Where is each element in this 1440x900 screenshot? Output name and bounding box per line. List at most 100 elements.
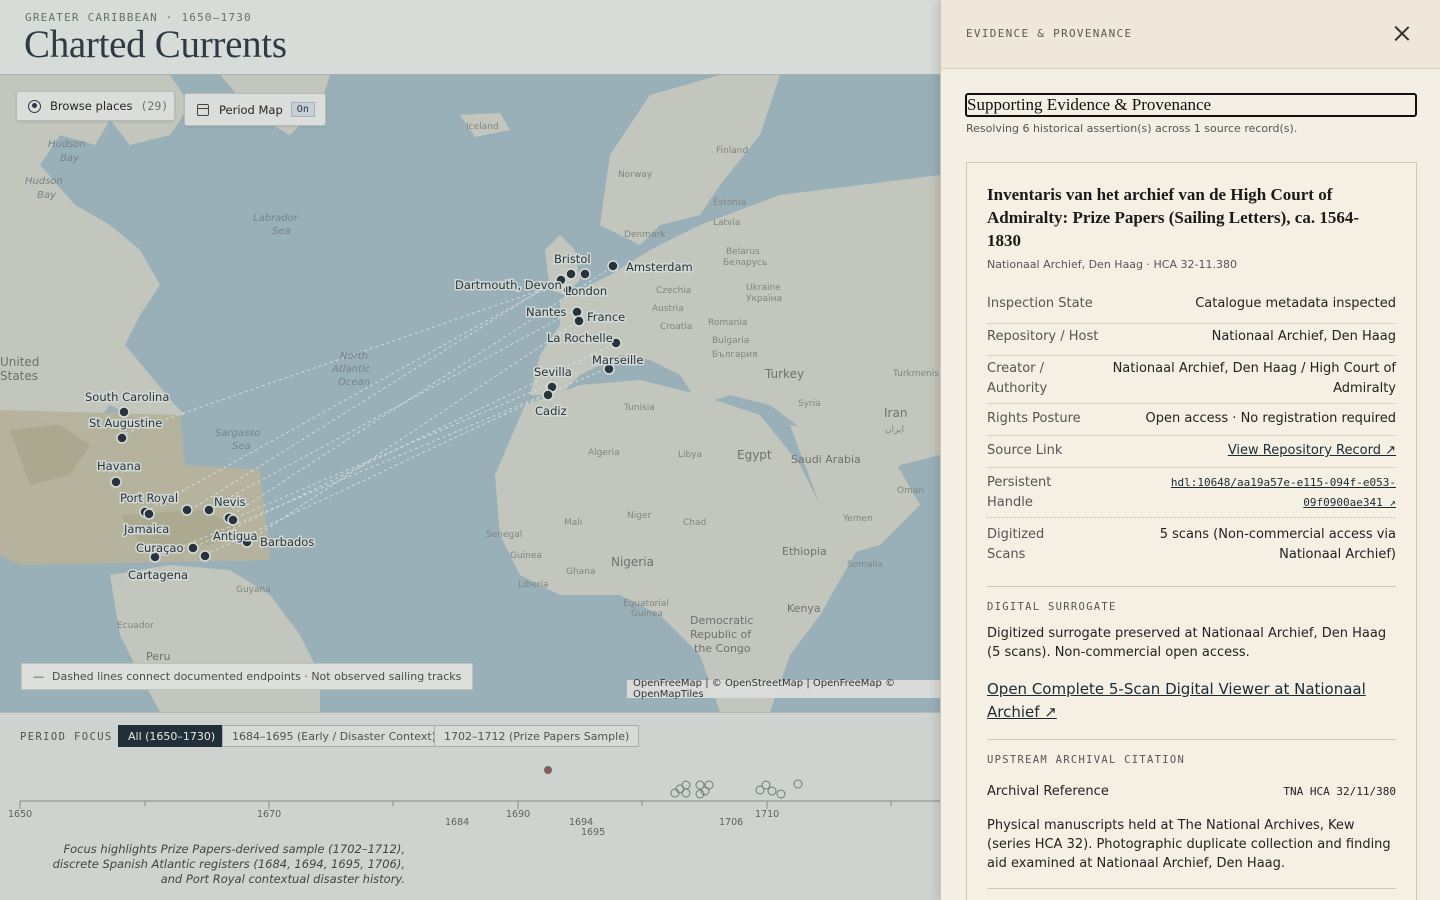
- svg-text:St Augustine: St Augustine: [89, 416, 162, 430]
- period-chip-prize-papers[interactable]: 1702–1712 (Prize Papers Sample): [434, 725, 640, 747]
- svg-text:Austria: Austria: [652, 304, 684, 314]
- svg-text:Nigeria: Nigeria: [611, 555, 654, 569]
- period-chip-all[interactable]: All (1650–1730): [118, 725, 226, 747]
- svg-text:Oman: Oman: [897, 486, 924, 496]
- svg-text:Romania: Romania: [708, 318, 747, 328]
- map-layer-icon: [197, 103, 209, 116]
- svg-text:Bristol: Bristol: [554, 252, 591, 266]
- svg-text:Belarus: Belarus: [726, 247, 760, 257]
- svg-text:Curaçao: Curaçao: [136, 541, 184, 555]
- svg-text:France: France: [587, 310, 625, 324]
- site-header: GREATER CARIBBEAN · 1650–1730 Charted Cu…: [0, 0, 940, 75]
- svg-text:Mali: Mali: [564, 518, 582, 528]
- svg-text:Iran: Iran: [884, 406, 907, 420]
- period-chip-early[interactable]: 1684–1695 (Early / Disaster Context): [222, 725, 446, 747]
- map-canvas[interactable]: Hudson Bay Hudson Bay Labrador Sea North Atl…: [0, 75, 940, 712]
- tick-label: 1670: [257, 809, 282, 820]
- source-meta: Nationaal Archief, Den Haag · HCA 32-11.…: [987, 258, 1237, 271]
- event-tick-label: 1695: [581, 827, 606, 838]
- svg-text:Peru: Peru: [146, 650, 171, 663]
- basemap: Hudson Bay Hudson Bay Labrador Sea North Atl…: [0, 75, 940, 712]
- meta-row-scans: Digitized Scans 5 scans (Non-commercial …: [987, 518, 1396, 568]
- panel-subtitle: Resolving 6 historical assertion(s) acro…: [966, 122, 1298, 135]
- meta-value: 5 scans (Non-commercial access via Natio…: [1159, 527, 1396, 562]
- meta-key: Creator / Authority: [987, 361, 1048, 396]
- meta-value: Open access · No registration required: [1145, 411, 1396, 426]
- svg-text:Republic of: Republic of: [690, 628, 752, 641]
- browse-places-button[interactable]: Browse places (29): [16, 91, 175, 121]
- svg-text:Bay: Bay: [37, 190, 57, 201]
- tick-label: 1710: [755, 809, 780, 820]
- tick-label: 1690: [506, 809, 531, 820]
- period-focus-label: PERIOD FOCUS: [20, 731, 113, 743]
- svg-text:the Congo: the Congo: [694, 642, 751, 655]
- divider: [987, 586, 1396, 587]
- svg-text:Saudi Arabia: Saudi Arabia: [791, 453, 861, 466]
- panel-eyebrow: EVIDENCE & PROVENANCE: [966, 27, 1133, 40]
- map-attribution[interactable]: OpenFreeMap | © OpenStreetMap | OpenFree…: [627, 678, 940, 700]
- svg-text:South Carolina: South Carolina: [85, 390, 169, 404]
- svg-text:Sargasso: Sargasso: [215, 428, 261, 439]
- svg-text:Antigua: Antigua: [213, 529, 258, 543]
- panel-header: EVIDENCE & PROVENANCE: [941, 0, 1440, 69]
- map-note-text: Dashed lines connect documented endpoint…: [52, 670, 462, 683]
- svg-text:Ukraine: Ukraine: [746, 283, 781, 293]
- main-app: GREATER CARIBBEAN · 1650–1730 Charted Cu…: [0, 0, 940, 900]
- close-icon[interactable]: [1390, 22, 1414, 46]
- svg-text:Ecuador: Ecuador: [117, 621, 154, 631]
- svg-text:Guinea: Guinea: [631, 609, 663, 619]
- source-title: Inventaris van het archief van de High C…: [987, 185, 1360, 250]
- period-map-state[interactable]: On: [290, 102, 315, 117]
- svg-text:Nantes: Nantes: [526, 305, 567, 319]
- event-tick-label: 1684: [445, 817, 470, 828]
- meta-value: Nationaal Archief, Den Haag: [1211, 329, 1396, 344]
- meta-row-handle: Persistent Handle hdl:10648/aa19a57e-e11…: [987, 468, 1396, 518]
- archival-reference-value: TNA HCA 32/11/380: [1283, 785, 1396, 798]
- digital-viewer-link[interactable]: Open Complete 5-Scan Digital Viewer at N…: [987, 678, 1397, 724]
- meta-row-creator: Creator / Authority Nationaal Archief, D…: [987, 356, 1396, 404]
- svg-text:Tunisia: Tunisia: [623, 403, 655, 413]
- svg-text:Egypt: Egypt: [737, 448, 772, 462]
- svg-text:Iceland: Iceland: [466, 122, 499, 132]
- archival-reference-label: Archival Reference: [987, 784, 1109, 799]
- target-icon: [28, 99, 41, 113]
- divider: [987, 888, 1396, 889]
- period-map-toggle[interactable]: Period Map On: [184, 93, 326, 126]
- svg-text:Barbados: Barbados: [260, 535, 314, 549]
- repository-record-link[interactable]: View Repository Record ↗: [1228, 441, 1396, 461]
- svg-text:ایران: ایران: [885, 425, 904, 435]
- svg-text:Ethiopia: Ethiopia: [782, 545, 827, 558]
- svg-text:Niger: Niger: [627, 511, 651, 521]
- meta-key: Rights Posture: [987, 411, 1081, 426]
- svg-text:Finland: Finland: [716, 146, 748, 156]
- svg-text:Hudson: Hudson: [48, 139, 86, 150]
- panel-title[interactable]: Supporting Evidence & Provenance: [965, 93, 1417, 117]
- browse-places-label: Browse places: [50, 99, 133, 113]
- svg-text:Labrador: Labrador: [253, 213, 299, 224]
- svg-text:Marseille: Marseille: [592, 353, 643, 367]
- meta-key: Inspection State: [987, 296, 1093, 311]
- meta-row-inspection: Inspection State Catalogue metadata insp…: [987, 292, 1396, 324]
- divider: [987, 739, 1396, 740]
- svg-text:България: България: [712, 350, 758, 360]
- persistent-handle-link[interactable]: hdl:10648/aa19a57e-e115-094f-e053-09f090…: [1166, 473, 1396, 513]
- meta-key: Source Link: [987, 443, 1063, 458]
- digital-surrogate-heading: DIGITAL SURROGATE: [987, 601, 1117, 613]
- meta-value: Catalogue metadata inspected: [1195, 296, 1396, 311]
- svg-text:Hudson: Hudson: [25, 176, 63, 187]
- meta-key: Persistent Handle: [987, 475, 1052, 510]
- svg-text:Democratic: Democratic: [690, 614, 753, 627]
- meta-key: Repository / Host: [987, 329, 1099, 344]
- svg-text:Chad: Chad: [683, 518, 706, 528]
- svg-text:Guyana: Guyana: [236, 585, 271, 595]
- svg-text:Amsterdam: Amsterdam: [626, 260, 693, 274]
- svg-text:Nevis: Nevis: [214, 495, 246, 509]
- event-tick-label: 1706: [719, 817, 744, 828]
- svg-text:Jamaica: Jamaica: [123, 522, 169, 536]
- svg-text:Senegal: Senegal: [486, 530, 522, 540]
- meta-row-source-link: Source Link View Repository Record ↗: [987, 436, 1396, 468]
- svg-text:United: United: [0, 355, 39, 369]
- browse-places-count: (29): [140, 99, 169, 113]
- svg-text:Latvia: Latvia: [713, 218, 740, 228]
- svg-text:Ocean: Ocean: [338, 377, 370, 388]
